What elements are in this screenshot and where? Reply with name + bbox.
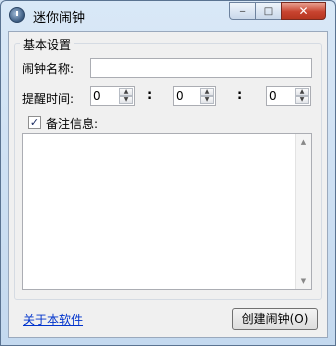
close-button[interactable]: ✕ xyxy=(281,2,326,20)
remind-time-label: 提醒时间: xyxy=(22,92,75,106)
hour-minute-separator: : xyxy=(147,88,153,103)
second-up-arrow-icon[interactable]: ▲ xyxy=(295,88,309,96)
hour-spinner[interactable]: 0 ▲ ▼ xyxy=(90,86,135,106)
minute-second-separator: : xyxy=(237,88,243,103)
minute-up-arrow-icon[interactable]: ▲ xyxy=(200,88,214,96)
main-window: 迷你闹钟 ‒ □ ✕ 基本设置 闹钟名称: 提醒时间: 0 ▲ ▼ : 0 ▲ … xyxy=(0,0,336,346)
alarm-name-label: 闹钟名称: xyxy=(22,62,75,76)
window-title: 迷你闹钟 xyxy=(33,11,86,26)
hour-value: 0 xyxy=(93,89,101,103)
hour-up-arrow-icon[interactable]: ▲ xyxy=(119,88,133,96)
alarm-clock-icon xyxy=(9,7,25,23)
note-textarea[interactable]: ▲ ▼ xyxy=(22,133,312,290)
basic-settings-label: 基本设置 xyxy=(20,36,75,53)
minute-value: 0 xyxy=(176,89,184,103)
second-spinner[interactable]: 0 ▲ ▼ xyxy=(266,86,311,106)
minute-spinner[interactable]: 0 ▲ ▼ xyxy=(173,86,216,106)
scroll-down-arrow-icon[interactable]: ▼ xyxy=(296,273,311,289)
note-scrollbar[interactable]: ▲ ▼ xyxy=(295,134,311,289)
hour-spin-buttons: ▲ ▼ xyxy=(119,88,133,104)
second-spin-buttons: ▲ ▼ xyxy=(295,88,309,104)
minute-spin-buttons: ▲ ▼ xyxy=(200,88,214,104)
dialog-client-area: 基本设置 闹钟名称: 提醒时间: 0 ▲ ▼ : 0 ▲ ▼ : 0 ▲ ▼ ✓… xyxy=(8,31,328,338)
create-alarm-button[interactable]: 创建闹钟(O) xyxy=(232,308,318,330)
scroll-up-arrow-icon[interactable]: ▲ xyxy=(296,134,311,150)
minimize-button[interactable]: ‒ xyxy=(229,2,256,20)
maximize-button[interactable]: □ xyxy=(255,2,282,20)
title-bar[interactable]: 迷你闹钟 ‒ □ ✕ xyxy=(1,1,335,29)
alarm-name-input[interactable] xyxy=(90,58,312,78)
second-down-arrow-icon[interactable]: ▼ xyxy=(295,96,309,104)
minute-down-arrow-icon[interactable]: ▼ xyxy=(200,96,214,104)
note-label: 备注信息: xyxy=(46,117,99,131)
second-value: 0 xyxy=(269,89,277,103)
hour-down-arrow-icon[interactable]: ▼ xyxy=(119,96,133,104)
note-checkbox[interactable]: ✓ xyxy=(28,116,41,129)
about-software-link[interactable]: 关于本软件 xyxy=(23,311,83,328)
